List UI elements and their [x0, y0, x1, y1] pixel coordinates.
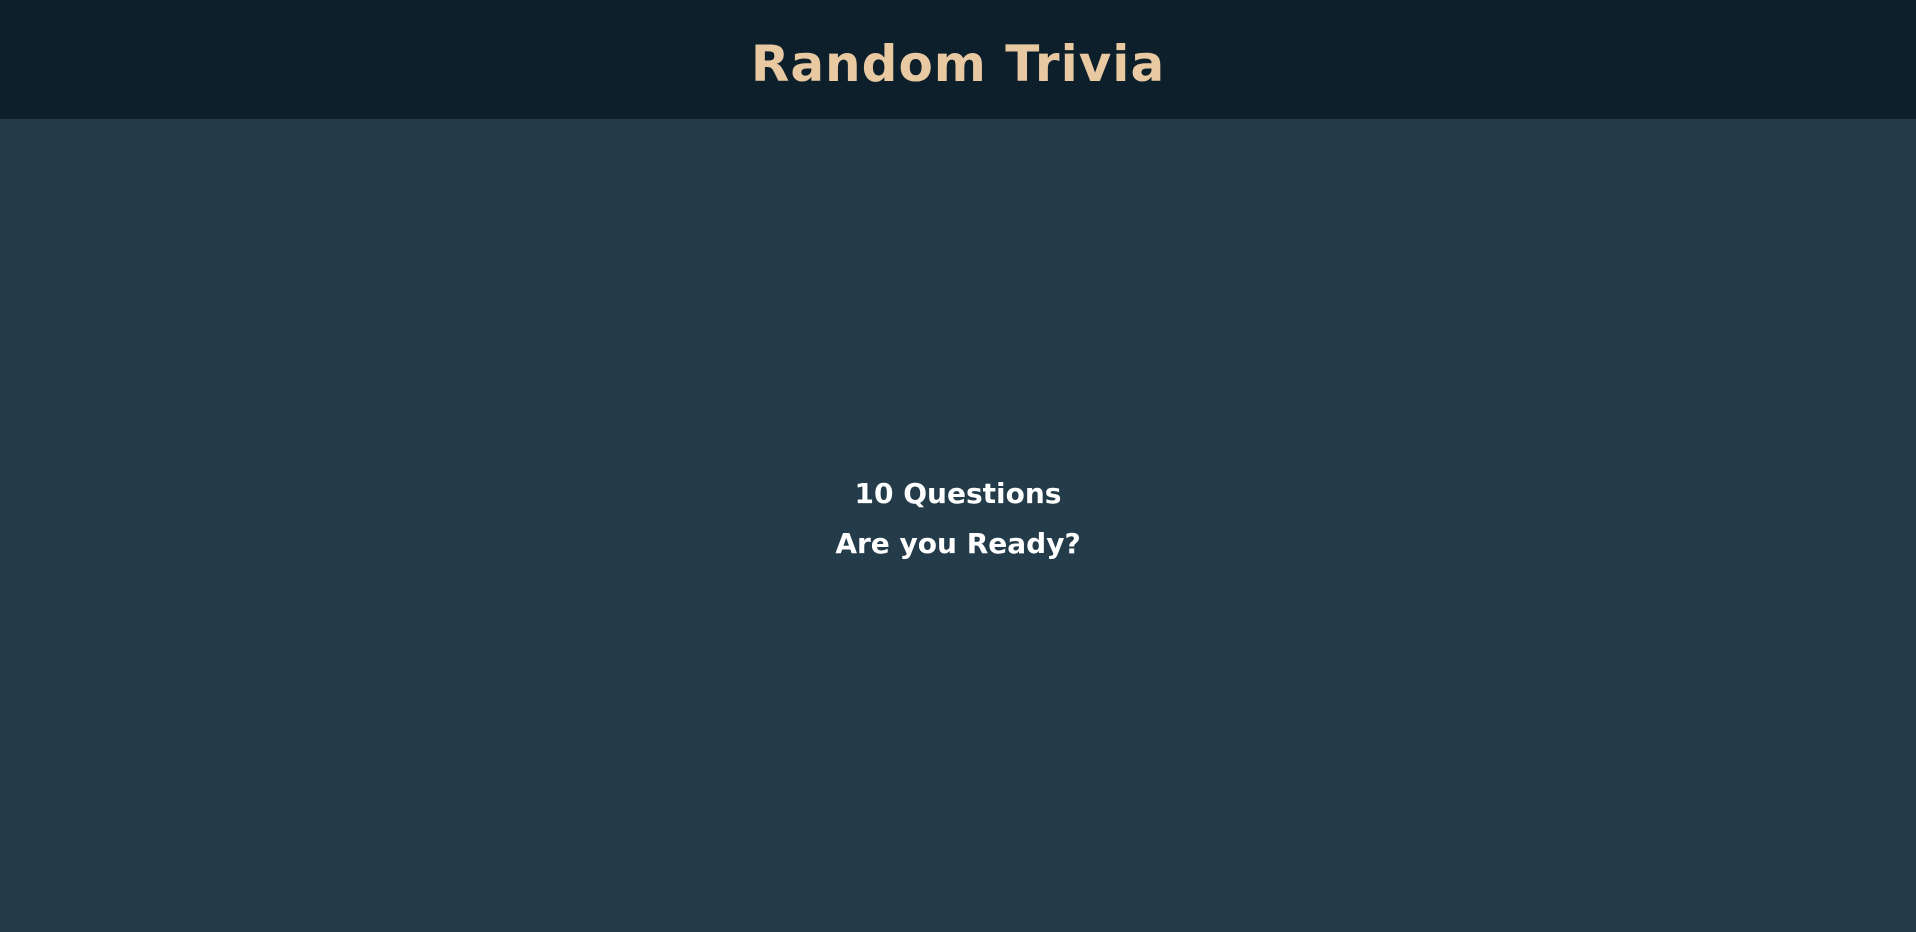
header-bar: Random Trivia — [0, 0, 1916, 119]
app-title: Random Trivia — [750, 34, 1166, 93]
intro-panel: 10 Questions Are you Ready? — [0, 469, 1916, 569]
app-root: Random Trivia 10 Questions Are you Ready… — [0, 0, 1916, 932]
main-content: 10 Questions Are you Ready? — [0, 119, 1916, 932]
ready-prompt-text: Are you Ready? — [835, 527, 1081, 560]
question-count-text: 10 Questions — [854, 477, 1062, 510]
